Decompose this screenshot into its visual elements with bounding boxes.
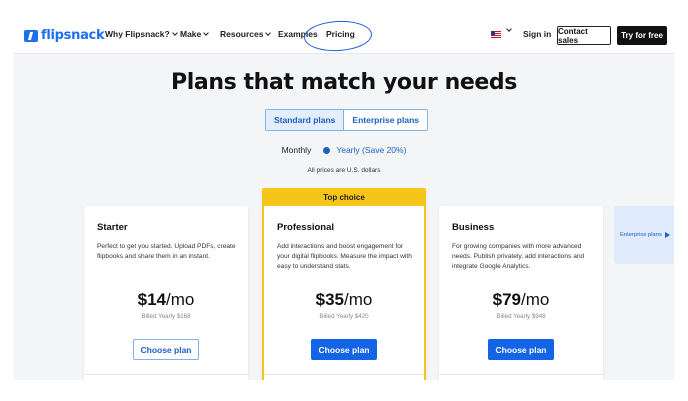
nav-make[interactable]: Make <box>180 29 210 39</box>
tab-standard-plans[interactable]: Standard plans <box>266 110 345 130</box>
nav-resources-label: Resources <box>220 29 264 39</box>
side-tab-label: Enterprise plans <box>620 232 662 238</box>
try-for-free-button[interactable]: Try for free <box>617 26 667 45</box>
plan-name: Starter <box>97 222 128 233</box>
billed-yearly-text: Billed Yearly $948 <box>496 313 546 320</box>
chevron-down-icon <box>171 29 178 36</box>
choose-plan-button[interactable]: Choose plan <box>133 339 199 360</box>
chevron-down-icon <box>506 26 512 32</box>
page-title: Plans that match your needs <box>171 70 517 95</box>
plan-name: Professional <box>277 222 335 233</box>
arrow-right-icon <box>664 232 670 238</box>
choose-plan-button[interactable]: Choose plan <box>311 339 377 360</box>
currency-note: All prices are U.S. dollars <box>307 167 381 174</box>
divider <box>84 374 248 375</box>
yearly-option[interactable]: Yearly (Save 20%) <box>336 145 406 155</box>
plan-price: $35/mo <box>264 290 424 310</box>
billed-yearly-text: Billed Yearly $168 <box>141 313 191 320</box>
divider <box>264 374 424 375</box>
plan-name: Business <box>452 222 495 233</box>
contact-sales-button[interactable]: Contact sales <box>557 26 611 45</box>
nav-why-flipsnack[interactable]: Why Flipsnack? <box>105 29 178 39</box>
billing-period-toggle: Monthly Yearly (Save 20%) <box>14 145 674 155</box>
logo-text: flipsnack <box>41 28 105 43</box>
top-choice-badge: Top choice <box>262 188 426 206</box>
plan-card-business: Business For growing companies with more… <box>439 206 603 380</box>
billed-yearly-text: Billed Yearly $420 <box>319 313 369 320</box>
currency-symbol: $ <box>315 290 326 309</box>
price-period: /mo <box>166 290 195 309</box>
plan-description: Add interactions and boost engagement fo… <box>277 243 412 270</box>
divider <box>439 374 603 375</box>
monthly-option[interactable]: Monthly <box>282 145 312 155</box>
browser-page: flipsnack Why Flipsnack? Make Resources … <box>14 18 674 380</box>
language-dropdown[interactable] <box>504 26 512 32</box>
chevron-down-icon <box>203 29 210 36</box>
nav-make-label: Make <box>180 29 202 39</box>
price-value: 79 <box>502 290 522 309</box>
radio-selected-icon[interactable] <box>323 146 331 154</box>
flipsnack-logo-icon <box>24 29 38 42</box>
plan-card-professional: Top choice Professional Add interactions… <box>262 188 426 380</box>
price-value: 35 <box>325 290 345 309</box>
plan-description: Perfect to get you started. Upload PDFs,… <box>97 243 236 260</box>
enterprise-plans-side-tab[interactable]: Enterprise plans <box>614 206 674 264</box>
nav-why-flipsnack-label: Why Flipsnack? <box>105 29 170 39</box>
us-flag-icon[interactable] <box>491 31 501 38</box>
chevron-down-icon <box>265 29 272 36</box>
nav-resources[interactable]: Resources <box>220 29 272 39</box>
choose-plan-button[interactable]: Choose plan <box>488 339 554 360</box>
tab-enterprise-plans[interactable]: Enterprise plans <box>344 110 427 130</box>
currency-symbol: $ <box>137 290 148 309</box>
plan-card-starter: Starter Perfect to get you started. Uplo… <box>84 206 248 380</box>
currency-symbol: $ <box>492 290 503 309</box>
plan-description: For growing companies with more advanced… <box>452 243 585 270</box>
hand-drawn-circle-annotation <box>303 19 373 53</box>
plan-price: $14/mo <box>84 290 248 310</box>
flipsnack-logo[interactable]: flipsnack <box>24 28 105 43</box>
sign-in-link[interactable]: Sign in <box>523 29 551 39</box>
plan-type-toggle: Standard plans Enterprise plans <box>265 109 429 131</box>
price-period: /mo <box>521 290 550 309</box>
plan-price: $79/mo <box>439 290 603 310</box>
price-period: /mo <box>344 290 373 309</box>
price-value: 14 <box>147 290 167 309</box>
plan-card-body: Professional Add interactions and boost … <box>264 206 424 380</box>
top-navigation: flipsnack Why Flipsnack? Make Resources … <box>14 18 674 54</box>
